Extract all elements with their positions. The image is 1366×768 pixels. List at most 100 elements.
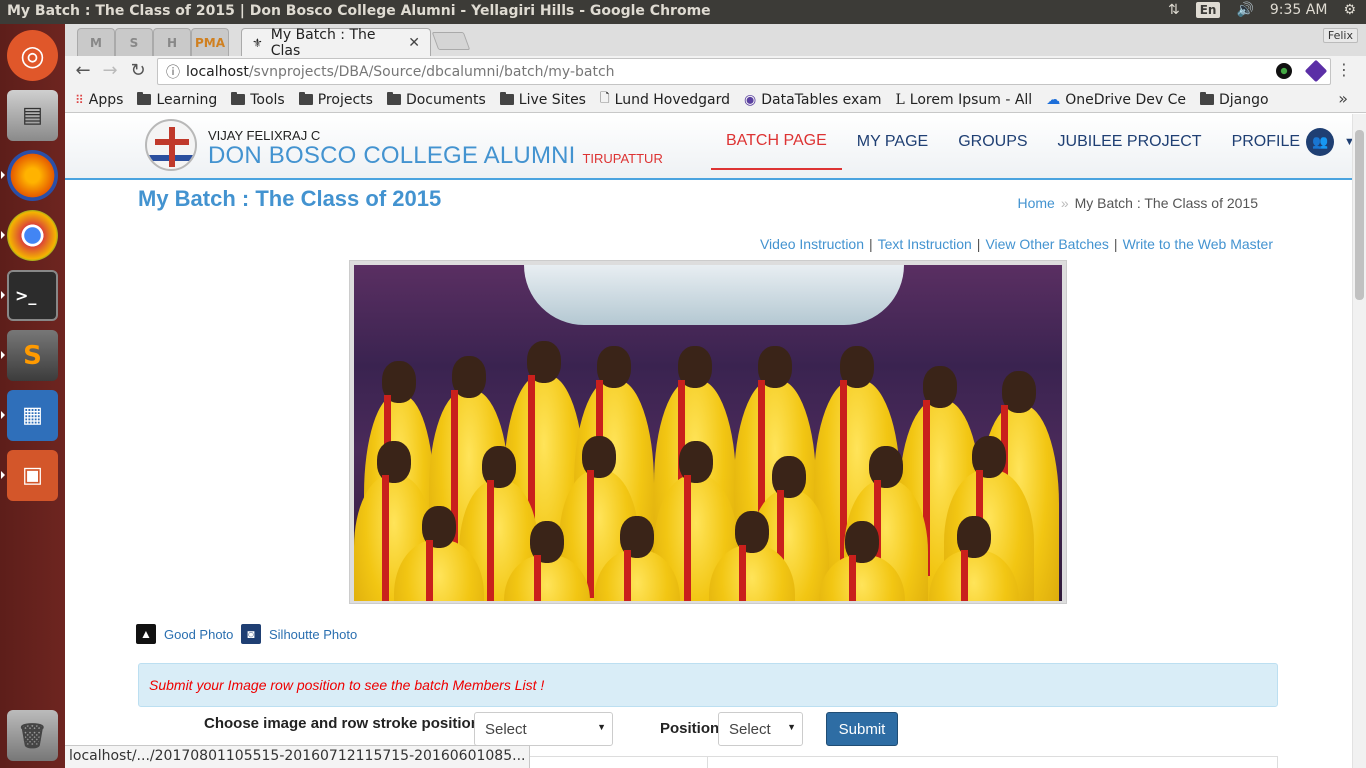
bookmark-live-sites[interactable]: Live Sites <box>499 92 586 108</box>
files-icon[interactable]: ▤ <box>7 90 58 141</box>
graduate-stole <box>849 555 856 601</box>
forward-arrow-icon[interactable]: → <box>99 60 121 81</box>
nav-batch-page[interactable]: BATCH PAGE <box>711 114 842 170</box>
chrome-icon[interactable] <box>7 210 58 261</box>
image-row-select[interactable]: Select ▼ <box>474 712 613 746</box>
page-icon: 🗋 <box>599 91 610 105</box>
settings-gear-icon[interactable]: ⚙ <box>1343 2 1356 18</box>
good-photo-link[interactable]: ▲ Good Photo <box>136 624 233 644</box>
bookmarks-bar: ⠿ Apps Learning Tools Projects Documents… <box>65 87 1366 113</box>
bookmark-label: Apps <box>88 91 124 108</box>
write-to-web-master-link[interactable]: Write to the Web Master <box>1123 236 1273 252</box>
tab-h[interactable]: H <box>153 28 191 56</box>
batch-group-photo[interactable] <box>354 265 1062 601</box>
page-title: My Batch : The Class of 2015 <box>138 186 442 211</box>
skype-icon: S <box>129 35 139 50</box>
image-row-select-value: Select <box>485 721 527 738</box>
logo-cross-horizontal <box>155 139 189 145</box>
sublime-text-icon[interactable]: S <box>7 330 58 381</box>
graduate-stole <box>534 555 541 601</box>
libreoffice-impress-icon[interactable]: ▣ <box>7 450 58 501</box>
nav-jubilee-project[interactable]: JUBILEE PROJECT <box>1043 114 1217 170</box>
new-tab-button[interactable] <box>431 32 471 50</box>
reload-icon[interactable]: ↻ <box>127 60 149 81</box>
browser-toolbar: ← → ↻ ⓘ localhost/svnprojects/DBA/Source… <box>65 56 1366 87</box>
breadcrumb-current: My Batch : The Class of 2015 <box>1074 195 1258 211</box>
link-separator: | <box>869 236 873 252</box>
bookmark-projects[interactable]: Projects <box>298 92 373 108</box>
bookmark-lund-hovedgard[interactable]: 🗋 Lund Hovedgard <box>600 89 730 110</box>
network-icon[interactable]: ⇅ <box>1168 2 1180 18</box>
caret-down-icon: ▼ <box>1344 136 1352 148</box>
silhouette-photo-label: Silhoutte Photo <box>269 626 358 642</box>
video-instruction-link[interactable]: Video Instruction <box>760 236 864 252</box>
tab-title: My Batch : The Clas <box>270 26 376 59</box>
image-icon: ▲ <box>136 624 156 644</box>
tab-phpmyadmin[interactable]: PMA <box>191 28 229 56</box>
nav-groups[interactable]: GROUPS <box>943 114 1042 170</box>
profile-badge[interactable]: Felix <box>1322 28 1358 43</box>
url-host: localhost <box>186 63 249 80</box>
graduate-stole <box>684 475 691 601</box>
bookmark-documents[interactable]: Documents <box>386 92 486 108</box>
bookmark-label: Lorem Ipsum - All <box>909 91 1033 108</box>
back-arrow-icon[interactable]: ← <box>72 60 94 81</box>
table-column-divider <box>707 757 708 768</box>
bookmark-learning[interactable]: Learning <box>137 92 217 108</box>
profile-label: PROFILE <box>1231 133 1301 150</box>
gmail-icon: M <box>90 35 102 50</box>
college-logo[interactable] <box>145 119 197 171</box>
info-icon[interactable]: ⓘ <box>166 62 180 82</box>
address-bar[interactable]: ⓘ localhost/svnprojects/DBA/Source/dbcal… <box>157 58 1331 85</box>
firefox-icon[interactable] <box>7 150 58 201</box>
users-group-icon: 👥 <box>1306 128 1335 156</box>
breadcrumb: Home » My Batch : The Class of 2015 <box>1017 195 1258 211</box>
graduate-stole <box>624 550 631 601</box>
silhouette-photo-link[interactable]: ◙ Silhoutte Photo <box>241 624 357 644</box>
chrome-menu-icon[interactable]: ⋮ <box>1333 60 1355 79</box>
clock[interactable]: 9:35 AM <box>1270 2 1328 18</box>
scrollbar-thumb[interactable] <box>1355 130 1364 300</box>
breadcrumb-home-link[interactable]: Home <box>1017 195 1054 211</box>
bookmark-lorem-ipsum[interactable]: L Lorem Ipsum - All <box>896 92 1033 108</box>
bookmark-datatables[interactable]: ◉ DataTables exam <box>744 92 881 108</box>
instruction-links: Video Instruction | Text Instruction | View … <box>760 236 1273 252</box>
nav-profile-dropdown[interactable]: PROFILE 👥 ▼ <box>1217 114 1352 170</box>
tab-gmail[interactable]: M <box>77 28 115 56</box>
bookmark-label: Lund Hovedgard <box>614 91 731 108</box>
lorem-icon: L <box>895 91 905 108</box>
tab-skype[interactable]: S <box>115 28 153 56</box>
bookmark-django[interactable]: Django <box>1200 92 1269 108</box>
bookmark-onedrive[interactable]: ☁ OneDrive Dev Ce <box>1046 92 1186 108</box>
link-separator: | <box>1113 236 1118 252</box>
ubuntu-launcher: ◎ ▤ >_ S ▦ ▣ 🗑 <box>0 24 65 768</box>
keyboard-layout-indicator[interactable]: En <box>1195 2 1221 18</box>
tab-active[interactable]: ⚜ My Batch : The Clas ✕ <box>241 26 431 59</box>
college-name: DON BOSCO COLLEGE ALUMNI <box>208 142 576 169</box>
submit-button[interactable]: Submit <box>826 712 898 746</box>
terminal-icon[interactable]: >_ <box>7 270 58 321</box>
apps-grid-icon: ⠿ <box>75 92 84 107</box>
running-indicator <box>1 351 5 359</box>
extension-camera-icon[interactable] <box>1276 63 1292 79</box>
bookmark-tools[interactable]: Tools <box>231 92 285 108</box>
close-tab-icon[interactable]: ✕ <box>408 35 420 51</box>
libreoffice-writer-icon[interactable]: ▦ <box>7 390 58 441</box>
h-site-icon: H <box>166 35 178 50</box>
nav-my-page[interactable]: MY PAGE <box>842 114 943 170</box>
volume-icon[interactable]: 🔊 <box>1236 2 1253 18</box>
select-arrow-icon: ▼ <box>597 722 606 732</box>
ubuntu-dash-icon[interactable]: ◎ <box>7 30 58 81</box>
url-path: /svnprojects/DBA/Source/dbcalumni/batch/… <box>248 63 615 80</box>
trash-icon[interactable]: 🗑 <box>7 710 58 761</box>
more-bookmarks-chevron-icon[interactable]: » <box>1338 89 1348 108</box>
page-scrollbar[interactable] <box>1352 114 1366 768</box>
bookmark-apps[interactable]: ⠿ Apps <box>75 92 123 108</box>
system-tray: ⇅ En 🔊 9:35 AM ⚙ <box>1168 2 1356 18</box>
os-top-panel: My Batch : The Class of 2015 | Don Bosco… <box>0 0 1366 24</box>
view-other-batches-link[interactable]: View Other Batches <box>985 236 1108 252</box>
graduate-stole <box>739 545 746 601</box>
position-select[interactable]: Select ▼ <box>718 712 803 746</box>
text-instruction-link[interactable]: Text Instruction <box>878 236 972 252</box>
site-title[interactable]: DON BOSCO COLLEGE ALUMNI TIRUPATTUR <box>208 142 663 170</box>
